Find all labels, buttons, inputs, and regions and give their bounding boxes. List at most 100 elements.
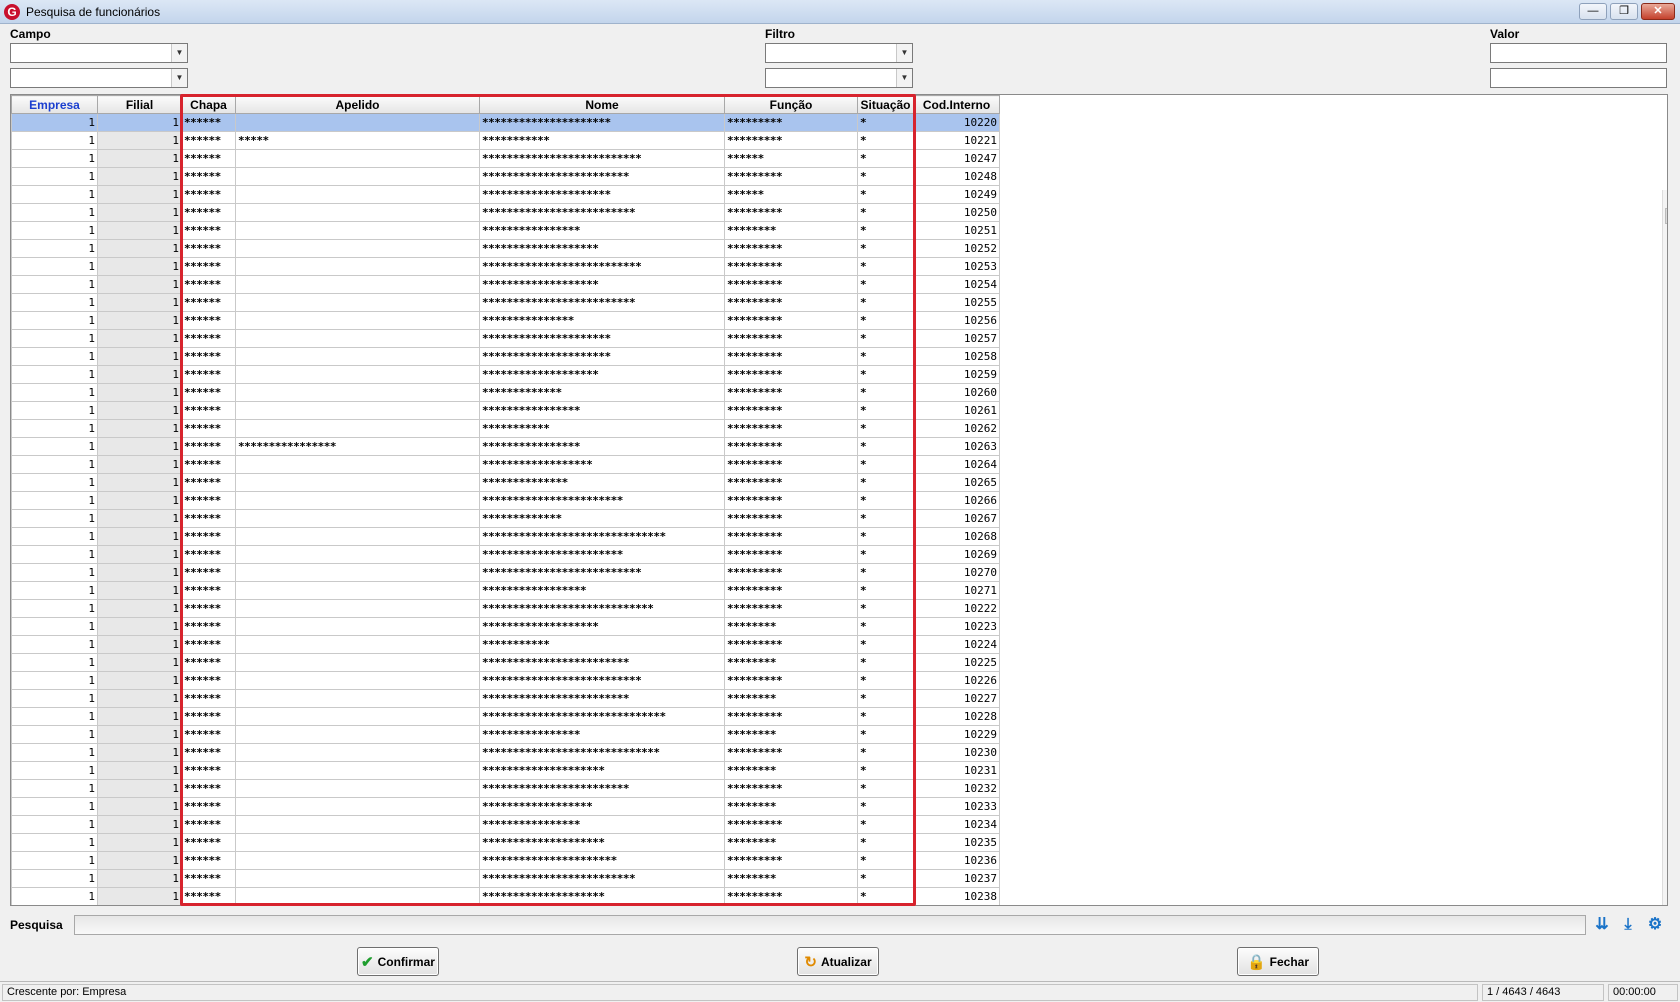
table-cell: ***********************: [479, 491, 725, 510]
campo-select-2[interactable]: ▼: [10, 68, 188, 88]
table-row[interactable]: 1 1 ****** ********************* ********* * 1…: [11, 347, 1000, 366]
campo-select-1[interactable]: ▼: [10, 43, 188, 63]
table-row[interactable]: 11**************************************…: [11, 653, 1000, 672]
close-button[interactable]: ✕: [1641, 3, 1675, 20]
table-row[interactable]: 11**************************************…: [11, 149, 1000, 168]
table-row[interactable]: 1 1 ****** ************* ********* * 10260: [11, 383, 1000, 402]
table-cell: 1: [11, 653, 98, 672]
minimize-button[interactable]: —: [1579, 3, 1607, 20]
table-cell: *: [857, 851, 914, 870]
table-row[interactable]: 11**************************************…: [11, 257, 1000, 276]
jump-to-end-icon[interactable]: ⤓: [1618, 915, 1638, 935]
column-header[interactable]: Situação: [857, 95, 914, 114]
table-row[interactable]: 11**************************************…: [11, 869, 1000, 888]
table-cell: 10236: [913, 851, 1000, 870]
table-cell: ******: [181, 257, 236, 276]
table-row[interactable]: 11***********************************102…: [11, 239, 1000, 258]
employee-grid[interactable]: Empresa Filial Chapa Apelido Nome Função Situa…: [10, 94, 1668, 906]
table-cell: ******: [181, 671, 236, 690]
table-row[interactable]: 11**************************************…: [11, 707, 1000, 726]
dropdown-arrow-icon[interactable]: ▼: [171, 69, 187, 87]
confirmar-button[interactable]: ✔ Confirmar: [357, 947, 439, 976]
table-row[interactable]: 11**************************************…: [11, 545, 1000, 564]
column-header[interactable]: Filial: [97, 95, 182, 114]
table-cell: 10220: [913, 113, 1000, 132]
status-bar: Crescente por: Empresa 1 / 4643 / 4643 0…: [0, 981, 1680, 1002]
table-row[interactable]: 11**************************************…: [11, 293, 1000, 312]
valor-input-1[interactable]: [1490, 43, 1667, 63]
table-row[interactable]: 1 1 ****** ********************* ********* * 1…: [11, 329, 1000, 348]
column-header[interactable]: Função: [724, 95, 858, 114]
column-header[interactable]: Chapa: [181, 95, 236, 114]
table-row[interactable]: 11***********************************102…: [11, 833, 1000, 852]
table-row[interactable]: 11***********************************102…: [11, 365, 1000, 384]
table-cell: *************************: [479, 293, 725, 312]
table-row[interactable]: 11**************************************…: [11, 689, 1000, 708]
table-row[interactable]: 1 1 ****** **************** ******** * 10251: [11, 221, 1000, 240]
table-cell: *********: [724, 401, 858, 420]
table-cell: 10223: [913, 617, 1000, 636]
table-row[interactable]: 1 1 ****** *********** ********* * 10224: [11, 635, 1000, 654]
valor-input-2[interactable]: [1490, 68, 1667, 88]
filtro-select-1[interactable]: ▼: [765, 43, 913, 63]
table-row[interactable]: 1 1 ****** ******************* ******** * 1022…: [11, 617, 1000, 636]
table-row[interactable]: 1 1 ****** *********** ********* * 10262: [11, 419, 1000, 438]
table-row[interactable]: 11***********************************102…: [11, 761, 1000, 780]
table-row[interactable]: 1 1 ****** ****************** ******** * 10233: [11, 797, 1000, 816]
table-row[interactable]: 1 1 ****** *************** ********* * 10256: [11, 311, 1000, 330]
table-row[interactable]: 1 1 ****** ************* ********* * 10267: [11, 509, 1000, 528]
atualizar-button[interactable]: ↻ Atualizar: [797, 947, 879, 976]
table-cell: 1: [11, 131, 98, 150]
column-header[interactable]: Empresa: [11, 95, 98, 114]
table-cell: ******: [181, 815, 236, 834]
scroll-thumb[interactable]: [1665, 208, 1667, 224]
table-cell: 1: [11, 275, 98, 294]
table-cell: 10254: [913, 275, 1000, 294]
table-row[interactable]: 11**************************************…: [11, 167, 1000, 186]
column-header[interactable]: Cod.Interno: [913, 95, 1000, 114]
table-row[interactable]: 1 1 ****** ******************** ********* * 10…: [11, 887, 1000, 905]
table-row[interactable]: 11**************************************…: [11, 599, 1000, 618]
search-input[interactable]: [74, 915, 1586, 935]
column-header[interactable]: Apelido: [235, 95, 480, 114]
table-row[interactable]: 1 1 ****** ************** ********* * 10265: [11, 473, 1000, 492]
table-row[interactable]: 11**************************************…: [11, 779, 1000, 798]
table-row[interactable]: 11**************************************…: [11, 743, 1000, 762]
restore-button[interactable]: ❐: [1610, 3, 1638, 20]
table-row[interactable]: 1 1 ****** **************** ********* * 10261: [11, 401, 1000, 420]
table-row[interactable]: 1 1 ****** **************** ******** * 10229: [11, 725, 1000, 744]
table-cell: *: [857, 401, 914, 420]
gear-icon[interactable]: ⚙: [1645, 915, 1665, 935]
table-row[interactable]: 1 1 ****** ***************** ********* * 10271: [11, 581, 1000, 600]
table-row[interactable]: 11**************************************…: [11, 527, 1000, 546]
scroll-up-icon[interactable]: ▲: [1663, 190, 1668, 206]
table-row[interactable]: 11**************************************…: [11, 203, 1000, 222]
table-cell: *********: [724, 293, 858, 312]
table-cell: ******: [181, 851, 236, 870]
table-row[interactable]: 1 1 ****** **************** ********* * 10234: [11, 815, 1000, 834]
dropdown-arrow-icon[interactable]: ▼: [171, 44, 187, 62]
table-row[interactable]: 1 1 ****** ****************** ********* * 1026…: [11, 455, 1000, 474]
table-row[interactable]: 11***********************************102…: [11, 275, 1000, 294]
table-cell: 10237: [913, 869, 1000, 888]
column-header[interactable]: Nome: [479, 95, 725, 114]
table-row[interactable]: 1 1 ****** ***** *********** ********* * 10221: [11, 131, 1000, 150]
table-row[interactable]: 11**************************************…: [11, 437, 1000, 456]
dropdown-arrow-icon[interactable]: ▼: [896, 69, 912, 87]
table-row[interactable]: 1 1 ****** ********************* ********* * 1…: [11, 113, 1000, 132]
table-row[interactable]: 1 1 ****** ********************* ****** * 1024…: [11, 185, 1000, 204]
chevron-double-down-icon[interactable]: ⇊: [1592, 915, 1612, 935]
fechar-button[interactable]: 🔒 Fechar: [1237, 947, 1319, 976]
table-cell: [235, 203, 480, 222]
table-cell: ******: [181, 833, 236, 852]
table-cell: *********: [724, 329, 858, 348]
table-row[interactable]: 11**************************************…: [11, 563, 1000, 582]
table-row[interactable]: 11**************************************…: [11, 671, 1000, 690]
dropdown-arrow-icon[interactable]: ▼: [896, 44, 912, 62]
table-row[interactable]: 11**************************************…: [11, 491, 1000, 510]
filtro-select-2[interactable]: ▼: [765, 68, 913, 88]
vertical-scrollbar[interactable]: ▲ ▼: [1662, 190, 1668, 905]
table-row[interactable]: 11**************************************…: [11, 851, 1000, 870]
table-cell: 1: [97, 887, 182, 905]
table-cell: [235, 689, 480, 708]
